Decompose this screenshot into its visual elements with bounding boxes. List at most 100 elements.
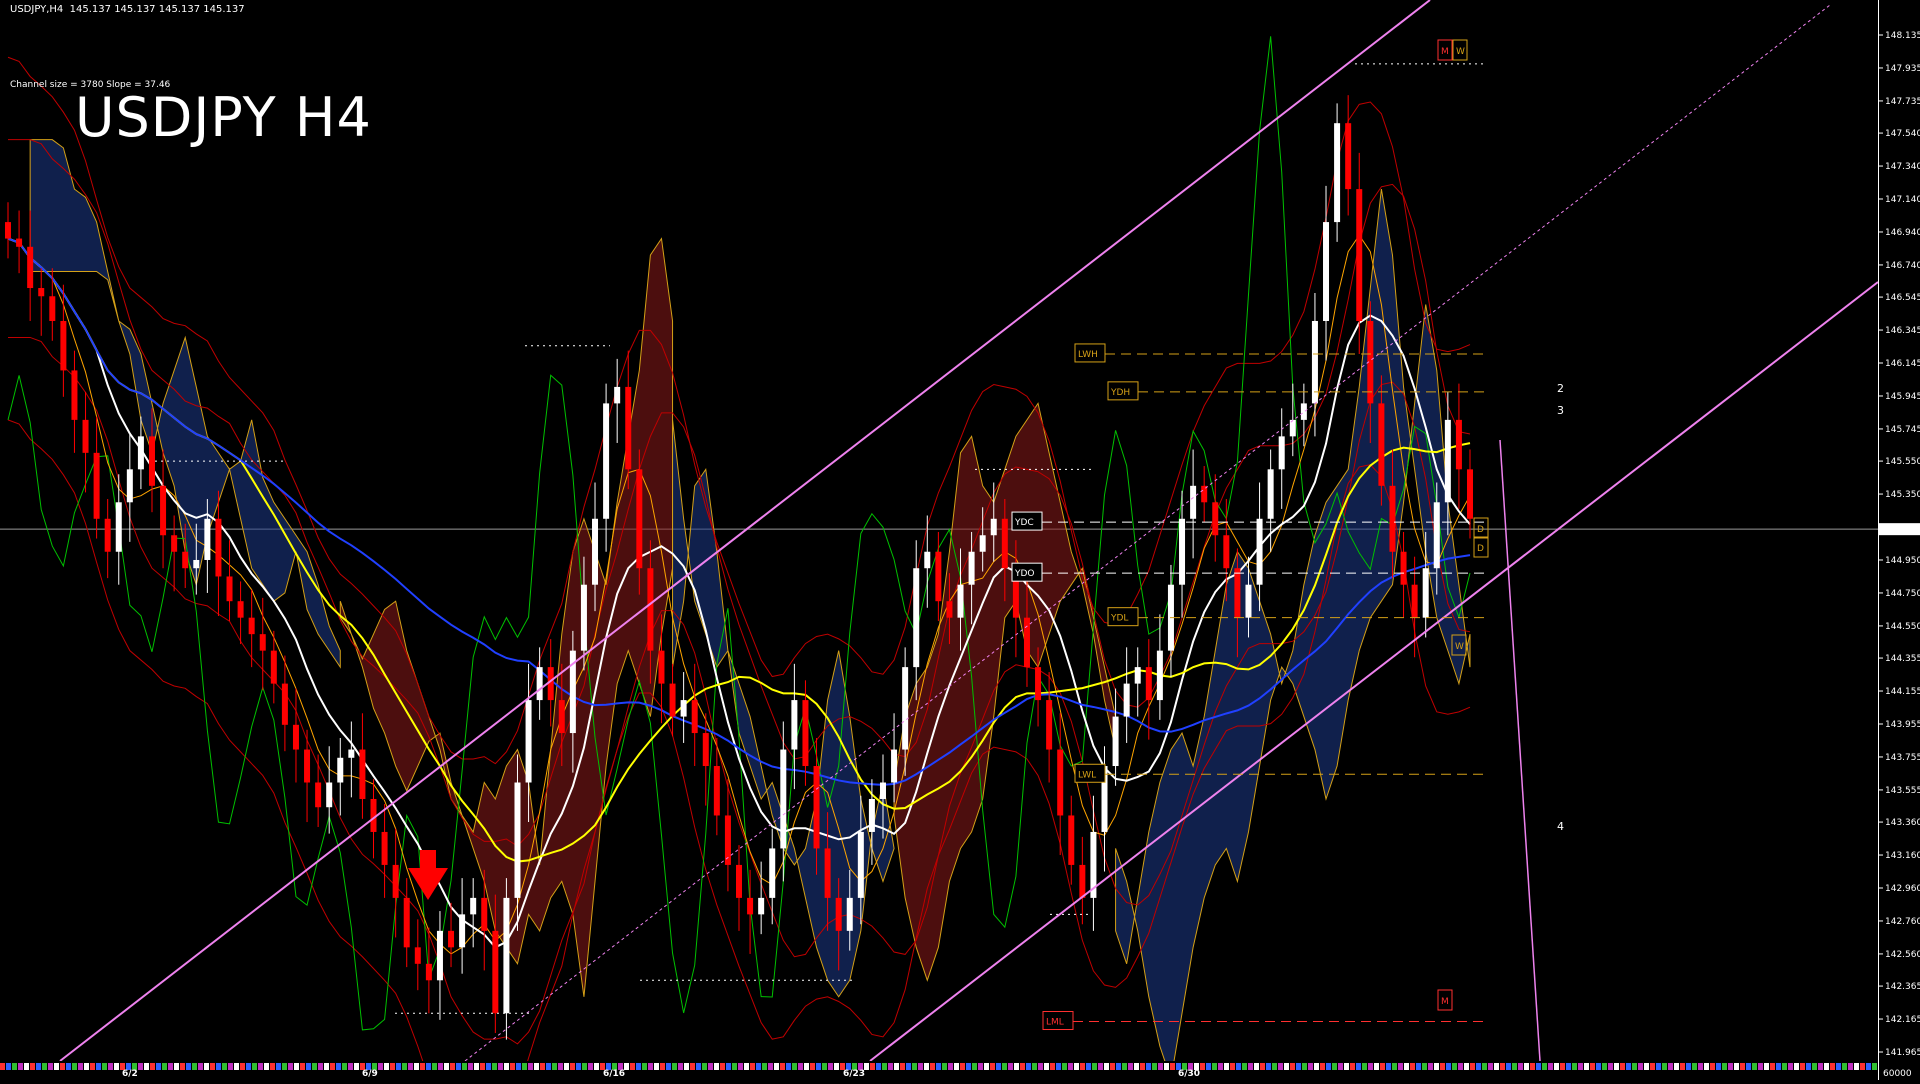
- price-tick-label: 147.340: [1885, 162, 1920, 172]
- candle-body: [292, 724, 299, 750]
- volume-strip-cell: [300, 1063, 305, 1070]
- volume-strip-cell: [1620, 1063, 1625, 1070]
- volume-strip-cell: [228, 1063, 233, 1070]
- volume-strip-cell: [960, 1063, 965, 1070]
- period-marker-label: D: [1477, 544, 1484, 554]
- candle-body: [1212, 502, 1219, 536]
- volume-strip-cell: [798, 1063, 803, 1070]
- volume-strip-cell: [1398, 1063, 1403, 1070]
- volume-strip-cell: [1770, 1063, 1775, 1070]
- price-tick-label: 143.555: [1885, 786, 1920, 796]
- chart-area[interactable]: LWH YDH YDC YDO YDL LWL LML M W D D W M 2 3 4 6/2 6/9 6/16…: [0, 0, 1878, 1080]
- volume-strip-cell: [1374, 1063, 1379, 1070]
- volume-strip-cell: [1836, 1063, 1841, 1070]
- volume-strip-cell: [534, 1063, 539, 1070]
- volume-strip-cell: [564, 1063, 569, 1070]
- candle-body: [1035, 667, 1042, 701]
- candle-body: [1345, 123, 1352, 190]
- period-marker-label: M: [1441, 47, 1449, 57]
- volume-strip-cell: [48, 1063, 53, 1070]
- candle-body: [16, 238, 23, 247]
- volume-strip-cell: [264, 1063, 269, 1070]
- candle-body: [647, 568, 654, 651]
- price-tick-label: 141.965: [1885, 1048, 1920, 1058]
- volume-strip-cell: [714, 1063, 719, 1070]
- volume-strip-cell: [1368, 1063, 1373, 1070]
- date-tick-label: 6/9: [362, 1069, 378, 1079]
- volume-strip-cell: [1158, 1063, 1163, 1070]
- volume-strip-cell: [834, 1063, 839, 1070]
- volume-strip-cell: [924, 1063, 929, 1070]
- candle-body: [990, 518, 997, 536]
- volume-strip-cell: [1452, 1063, 1457, 1070]
- volume-strip-cell: [672, 1063, 677, 1070]
- volume-strip-cell: [102, 1063, 107, 1070]
- volume-strip-cell: [1092, 1063, 1097, 1070]
- volume-strip-cell: [1866, 1063, 1871, 1070]
- volume-strip-cell: [822, 1063, 827, 1070]
- volume-strip-cell: [156, 1063, 161, 1070]
- volume-strip-cell: [1380, 1063, 1385, 1070]
- volume-strip-cell: [1482, 1063, 1487, 1070]
- volume-strip-cell: [1410, 1063, 1415, 1070]
- price-scale[interactable]: 148.135 147.935 147.735 147.540 147.340 147.1…: [1878, 0, 1920, 1080]
- candle-body: [1001, 518, 1008, 569]
- volume-strip-cell: [1206, 1063, 1211, 1070]
- volume-strip-cell: [1314, 1063, 1319, 1070]
- price-tick-label: 144.750: [1885, 589, 1920, 599]
- candle-body: [1068, 815, 1075, 865]
- candle-body: [1433, 502, 1440, 569]
- candle-body: [1046, 700, 1053, 750]
- volume-strip-cell: [444, 1063, 449, 1070]
- volume-strip-cell: [1764, 1063, 1769, 1070]
- price-tick-label: 145.550: [1885, 457, 1920, 467]
- volume-strip-cell: [288, 1063, 293, 1070]
- candle-body: [802, 700, 809, 767]
- candle-body: [115, 502, 122, 552]
- candle-body: [259, 634, 266, 651]
- volume-strip-cell: [1860, 1063, 1865, 1070]
- volume-strip-cell: [1332, 1063, 1337, 1070]
- volume-strip-cell: [1266, 1063, 1271, 1070]
- candle-body: [946, 601, 953, 618]
- volume-strip-cell: [408, 1063, 413, 1070]
- volume-strip-cell: [966, 1063, 971, 1070]
- volume-strip-cell: [1230, 1063, 1235, 1070]
- volume-strip-cell: [348, 1063, 353, 1070]
- price-tick-label: 143.955: [1885, 720, 1920, 730]
- volume-strip-cell: [216, 1063, 221, 1070]
- volume-strip-cell: [1644, 1063, 1649, 1070]
- symbol-header: USDJPY,H4 145.137 145.137 145.137 145.13…: [10, 4, 245, 15]
- candle-body: [470, 897, 477, 915]
- volume-strip-cell: [894, 1063, 899, 1070]
- candle-body: [126, 469, 133, 503]
- volume-strip-cell: [402, 1063, 407, 1070]
- candle-body: [1278, 436, 1285, 470]
- volume-strip-cell: [1746, 1063, 1751, 1070]
- volume-strip-cell: [180, 1063, 185, 1070]
- volume-strip-cell: [1782, 1063, 1787, 1070]
- volume-strip-cell: [36, 1063, 41, 1070]
- candle-body: [1311, 320, 1318, 404]
- volume-strip-cell: [270, 1063, 275, 1070]
- volume-strip-cell: [210, 1063, 215, 1070]
- volume-strip-cell: [1668, 1063, 1673, 1070]
- volume-strip-cell: [696, 1063, 701, 1070]
- volume-strip-cell: [516, 1063, 521, 1070]
- candle-body: [1245, 584, 1252, 618]
- volume-strip-cell: [1542, 1063, 1547, 1070]
- candle-body: [71, 370, 78, 420]
- volume-strip-cell: [1566, 1063, 1571, 1070]
- volume-strip-cell: [168, 1063, 173, 1070]
- volume-strip-cell: [450, 1063, 455, 1070]
- volume-strip-cell: [552, 1063, 557, 1070]
- candle-body: [1179, 518, 1186, 585]
- candle-body: [924, 551, 931, 569]
- volume-strip-cell: [1470, 1063, 1475, 1070]
- volume-strip-cell: [540, 1063, 545, 1070]
- volume-strip-cell: [900, 1063, 905, 1070]
- candle-body: [1323, 222, 1330, 321]
- price-chart[interactable]: LWHYDHYDCYDOYDLLWLLMLM WDDWM2346/2 6/9 6/16…: [0, 0, 1878, 1080]
- candle-body: [1411, 584, 1418, 618]
- volume-strip-cell: [990, 1063, 995, 1070]
